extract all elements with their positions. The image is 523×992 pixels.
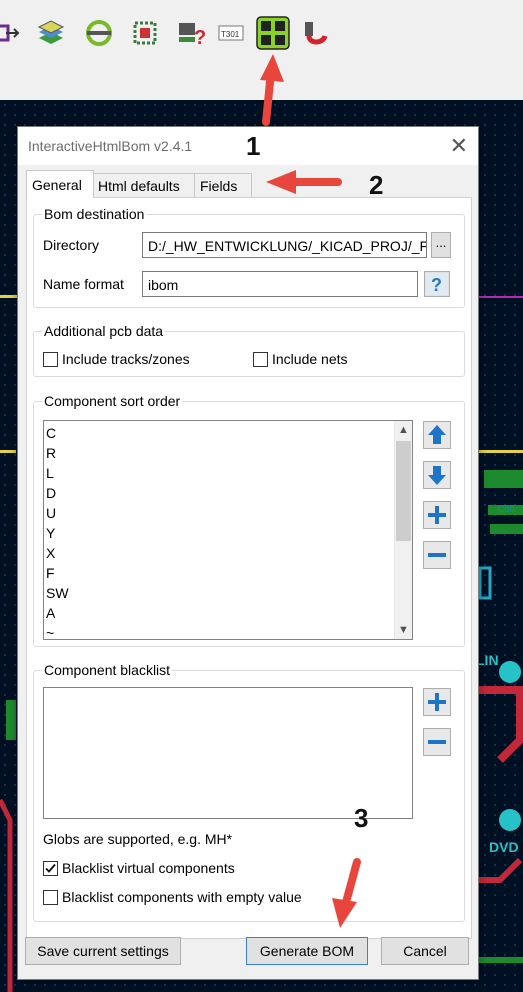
include-tracks-checkbox[interactable] [43,352,58,367]
general-panel: Bom destination Directory D:/_HW_ENTWICK… [26,197,472,939]
svg-text:LIN: LIN [476,652,499,668]
help-icon: ? [426,273,448,295]
cancel-button[interactable]: Cancel [381,937,469,965]
browse-button[interactable]: ... [431,232,451,258]
blacklist-list[interactable] [43,687,413,819]
annotation-number-3: 3 [354,803,369,833]
sort-order-item[interactable]: R [46,443,56,463]
plus-icon [428,506,446,524]
pcbnew-toolbar: ? T301 [0,0,523,101]
remove-sort-item-button[interactable] [423,541,451,569]
svg-text:DVD: DVD [489,839,519,855]
blacklist-group: Component blacklist Globs are supported,… [33,662,465,922]
export-icon[interactable] [0,18,22,48]
sort-order-item[interactable]: ~ [46,623,54,639]
move-up-button[interactable] [423,421,451,449]
directory-input[interactable]: D:/_HW_ENTWICKLUNG/_KICAD_PROJ/_FL [142,232,427,258]
add-blacklist-button[interactable] [423,688,451,716]
move-down-button[interactable] [423,461,451,489]
sort-order-item[interactable]: SW [46,583,69,603]
ref-designator-icon[interactable]: T301 [216,18,246,48]
update-pcb-icon[interactable]: ? [176,18,206,48]
scroll-down-icon[interactable]: ▼ [395,621,412,639]
interactive-html-bom-icon[interactable] [256,16,290,50]
sort-order-item[interactable]: C [46,423,56,443]
minus-icon [428,740,446,744]
sort-order-group: Component sort order C R L D U Y X F SW A ~ ▲ ▼ [33,393,465,647]
sort-order-item[interactable]: D [46,483,56,503]
plus-icon [428,693,446,711]
tab-html-defaults[interactable]: Html defaults [92,173,196,198]
footprint-icon[interactable] [130,18,160,48]
sort-order-item[interactable]: A [46,603,55,623]
annotation-number-2: 2 [369,170,384,200]
include-nets-checkbox[interactable] [253,352,268,367]
sort-order-item[interactable]: U [46,503,56,523]
ibom-dialog: InteractiveHtmlBom v2.4.1 ✕ General Html… [17,126,479,980]
sort-order-item[interactable]: Y [46,523,55,543]
globs-note: Globs are supported, e.g. MH* [43,831,233,847]
include-nets-label: Include nets [272,351,348,367]
annotation-number-1: 1 [246,131,261,161]
additional-pcb-data-heading: Additional pcb data [42,323,166,339]
drc-icon[interactable] [84,18,114,48]
checkmark-icon [45,863,56,873]
help-button[interactable]: ? [424,271,450,297]
save-settings-button[interactable]: Save current settings [25,937,181,965]
arrow-down-icon [428,466,446,485]
svg-text:?: ? [431,275,442,295]
bom-destination-group: Bom destination Directory D:/_HW_ENTWICK… [33,206,465,308]
blacklist-empty-value-checkbox[interactable] [43,890,58,905]
remove-blacklist-button[interactable] [423,728,451,756]
sort-order-heading: Component sort order [42,393,183,409]
tab-fields[interactable]: Fields [194,173,252,198]
directory-label: Directory [43,237,100,253]
sort-order-item[interactable]: L [46,463,54,483]
blacklist-virtual-checkbox[interactable] [43,861,58,876]
route-icon[interactable] [302,18,332,48]
add-sort-item-button[interactable] [423,501,451,529]
additional-pcb-data-group: Additional pcb data Include tracks/zones… [33,323,465,377]
include-tracks-label: Include tracks/zones [62,351,190,367]
svg-text:?: ? [194,27,206,48]
scrollbar-thumb[interactable] [396,441,411,541]
sort-order-list[interactable]: C R L D U Y X F SW A ~ ▲ ▼ [43,420,413,640]
dialog-title: InteractiveHtmlBom v2.4.1 [28,138,193,154]
name-format-input[interactable]: ibom [142,271,418,297]
close-icon[interactable]: ✕ [450,133,468,159]
arrow-up-icon [428,425,446,444]
bom-destination-heading: Bom destination [42,206,147,222]
minus-icon [428,553,446,557]
svg-text:C50: C50 [498,504,515,514]
blacklist-virtual-label: Blacklist virtual components [62,860,235,876]
sort-order-item[interactable]: F [46,563,55,583]
scroll-up-icon[interactable]: ▲ [395,421,412,439]
sort-order-scrollbar[interactable]: ▲ ▼ [394,421,412,639]
blacklist-empty-value-label: Blacklist components with empty value [62,889,302,905]
tab-general[interactable]: General [26,170,94,198]
generate-bom-button[interactable]: Generate BOM [246,937,368,965]
sort-order-item[interactable]: X [46,543,55,563]
layers-icon[interactable] [36,18,66,48]
name-format-label: Name format [43,276,124,292]
svg-text:T301: T301 [221,30,240,39]
blacklist-heading: Component blacklist [42,662,173,678]
